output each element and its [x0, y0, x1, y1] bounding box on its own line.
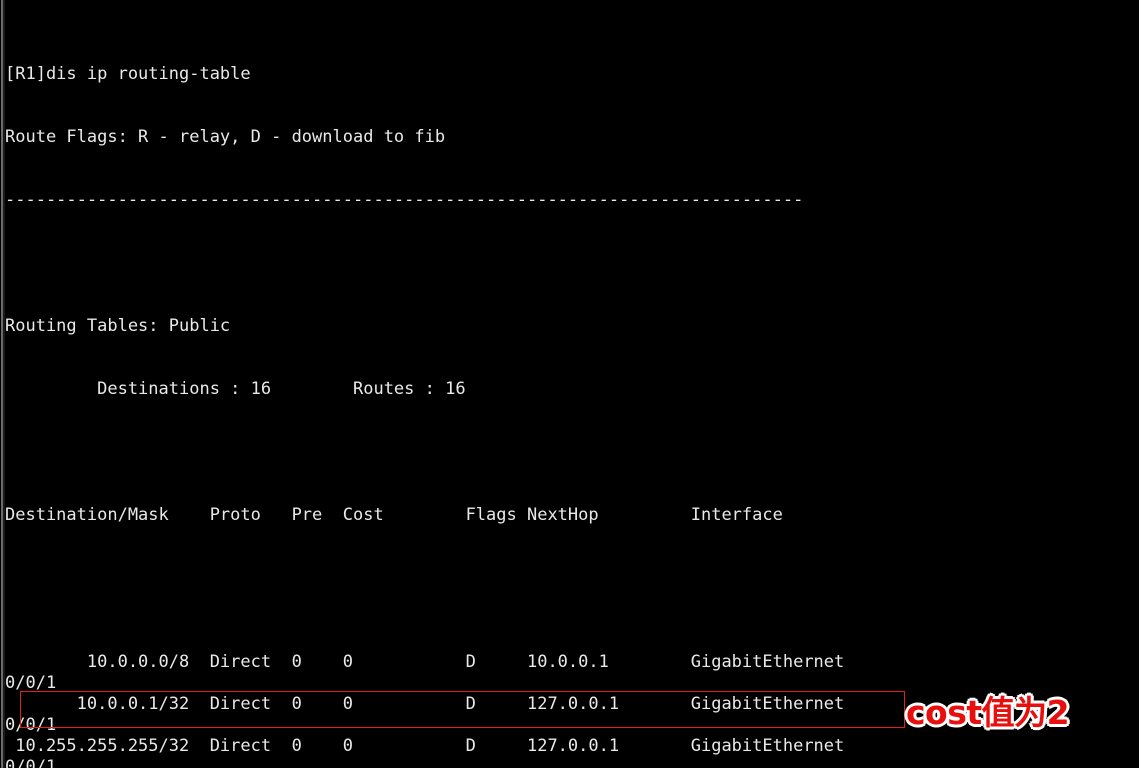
terminal-screen: [R1]dis ip routing-table Route Flags: R …	[0, 0, 1139, 768]
table-row-interface-continuation: 0/0/1	[5, 757, 57, 768]
route-flags-line: Route Flags: R - relay, D - download to …	[5, 127, 446, 147]
cost-annotation-label: cost值为2	[906, 693, 1070, 732]
terminal-output: [R1]dis ip routing-table Route Flags: R …	[5, 0, 1139, 768]
table-row-interface-continuation: 0/0/1	[5, 673, 57, 693]
destinations-routes-count-line: Destinations : 16 Routes : 16	[5, 379, 466, 399]
table-row: 10.255.255.255/32 Direct 0 0 D 127.0.0.1…	[5, 736, 845, 756]
separator-line: ----------------------------------------…	[5, 190, 804, 210]
command-prompt-line: [R1]dis ip routing-table	[5, 64, 251, 84]
table-header-line: Destination/Mask Proto Pre Cost Flags Ne…	[5, 505, 783, 525]
routing-tables-line: Routing Tables: Public	[5, 316, 231, 336]
table-row: 10.0.0.0/8 Direct 0 0 D 10.0.0.1 Gigabit…	[5, 652, 845, 672]
